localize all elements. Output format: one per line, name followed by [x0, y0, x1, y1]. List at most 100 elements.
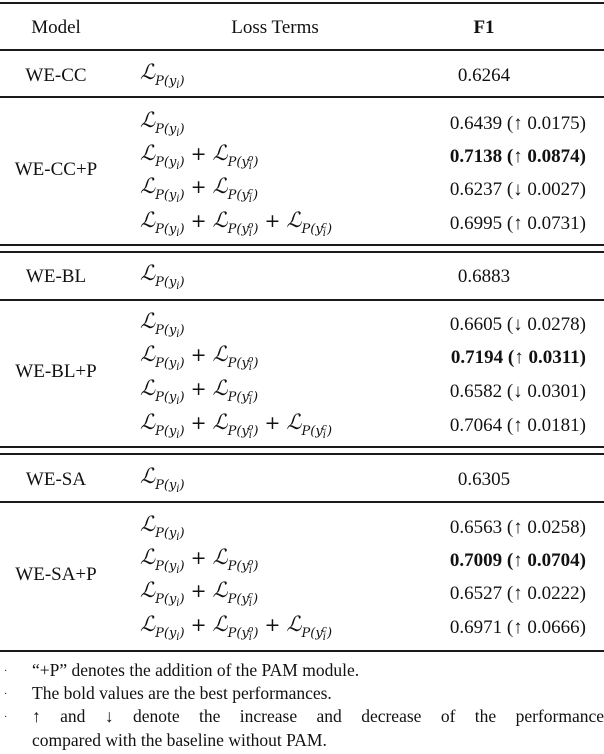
- bottom-rule: [0, 650, 604, 652]
- script-l-symbol: ℒ: [140, 578, 156, 602]
- loss-terms-cell: ℒP(yi): [140, 261, 185, 292]
- loss-subscript: P(yi): [155, 222, 185, 239]
- script-l-symbol: ℒ: [140, 261, 156, 285]
- footnote-text: compared with the baseline without PAM.: [32, 730, 327, 750]
- script-l-symbol: ℒ: [140, 141, 156, 165]
- plus-sign: +: [264, 614, 281, 636]
- model-name: WE-CC+P: [14, 159, 98, 180]
- f1-value: 0.6582 (↓ 0.0301): [449, 381, 586, 402]
- loss-terms-cell: ℒP(yi): [140, 61, 185, 91]
- header-rule: [0, 49, 604, 51]
- loss-subscript: P(yi): [155, 592, 185, 609]
- footnote-text: The bold values are the best performance…: [32, 683, 332, 703]
- loss-term-y: ℒP(yi): [140, 464, 185, 495]
- subscript-i: i: [176, 161, 180, 172]
- script-l-symbol: ℒ: [212, 342, 228, 366]
- plus-sign: +: [190, 176, 207, 198]
- script-l-symbol: ℒ: [212, 376, 228, 400]
- f1-value: 0.6439 (↑ 0.0175): [449, 113, 586, 134]
- loss-subscript: P(yio): [227, 355, 259, 373]
- script-l-symbol: ℒ: [212, 141, 228, 165]
- f1-value-best: 0.7194 (↑ 0.0311): [450, 347, 586, 368]
- loss-subscript: P(yi): [155, 478, 185, 495]
- loss-subscript: P(yi): [155, 390, 185, 407]
- loss-term-o: ℒP(yio): [212, 141, 259, 172]
- model-name: WE-CC: [25, 65, 87, 86]
- subscript-i: i: [176, 362, 180, 373]
- loss-subscript: P(yi): [155, 559, 185, 576]
- loss-term-y: ℒP(yi): [140, 513, 185, 543]
- header-loss-terms: Loss Terms: [231, 17, 319, 38]
- loss-term-y: ℒP(yi): [140, 343, 185, 373]
- f1-value: 0.6237 (↓ 0.0027): [449, 179, 586, 200]
- loss-term-y: ℒP(yi): [140, 108, 185, 139]
- plus-sign: +: [190, 344, 207, 366]
- superscript-o: o: [248, 355, 254, 365]
- subscript-i: i: [176, 430, 180, 441]
- plus-sign: +: [190, 412, 207, 434]
- loss-subscript: P(yic): [227, 389, 259, 407]
- superscript-c: c: [248, 389, 254, 399]
- loss-term-c: ℒP(yic): [286, 411, 332, 441]
- subscript-i: i: [176, 396, 180, 407]
- loss-subscript: P(yi): [155, 188, 185, 205]
- subscript-i: i: [176, 565, 180, 576]
- loss-subscript: P(yic): [301, 221, 333, 239]
- plus-sign: +: [190, 143, 207, 165]
- subscript-i: i: [176, 228, 180, 239]
- loss-term-y: ℒP(yi): [140, 612, 185, 643]
- loss-term-c: ℒP(yic): [212, 578, 259, 609]
- script-l-symbol: ℒ: [140, 108, 156, 132]
- loss-terms-cell: ℒP(yi): [140, 513, 185, 543]
- loss-terms-cell: ℒP(yi) + ℒP(yic): [140, 578, 259, 609]
- loss-term-y: ℒP(yi): [140, 309, 185, 340]
- superscript-o: o: [248, 221, 254, 231]
- loss-term-y: ℒP(yi): [140, 261, 185, 292]
- script-l-symbol: ℒ: [212, 578, 228, 602]
- loss-term-y: ℒP(yi): [140, 208, 185, 239]
- superscript-c: c: [248, 591, 254, 601]
- loss-terms-cell: ℒP(yi) + ℒP(yio): [140, 141, 259, 172]
- group-divider: [0, 501, 604, 503]
- loss-subscript: P(yi): [155, 122, 185, 139]
- loss-subscript: P(yio): [227, 558, 259, 576]
- loss-term-o: ℒP(yio): [212, 342, 259, 373]
- loss-terms-cell: ℒP(yi) + ℒP(yio): [140, 342, 259, 373]
- script-l-symbol: ℒ: [140, 464, 156, 488]
- f1-value: 0.6995 (↑ 0.0731): [449, 213, 586, 234]
- script-l-symbol: ℒ: [140, 612, 156, 636]
- subscript-i: i: [176, 281, 180, 292]
- subscript-i: i: [176, 128, 180, 139]
- loss-subscript: P(yio): [227, 423, 259, 441]
- script-l-symbol: ℒ: [140, 208, 156, 232]
- script-l-symbol: ℒ: [140, 309, 156, 333]
- loss-subscript: P(yic): [227, 187, 259, 205]
- superscript-c: c: [321, 423, 327, 433]
- loss-term-o: ℒP(yio): [213, 411, 259, 441]
- plus-sign: +: [190, 547, 207, 569]
- subscript-i: i: [176, 80, 180, 91]
- f1-value: 0.7064 (↑ 0.0181): [449, 415, 586, 436]
- footnote: · “+P” denotes the addition of the PAM mo…: [0, 659, 604, 683]
- group-divider: [0, 96, 604, 98]
- loss-term-c: ℒP(yic): [286, 209, 332, 239]
- footnote: compared with the baseline without PAM.: [0, 729, 604, 751]
- loss-subscript: P(yi): [155, 74, 185, 91]
- f1-value: 0.6563 (↑ 0.0258): [449, 517, 586, 538]
- double-rule-lower: [0, 453, 604, 455]
- subscript-i: i: [176, 329, 180, 340]
- script-l-symbol: ℒ: [140, 410, 156, 434]
- double-rule-upper: [0, 244, 604, 246]
- loss-term-y: ℒP(yi): [140, 61, 185, 91]
- loss-term-c: ℒP(yic): [212, 376, 259, 407]
- subscript-i: i: [176, 484, 180, 495]
- loss-terms-cell: ℒP(yi): [140, 464, 185, 495]
- loss-term-o: ℒP(yio): [212, 545, 259, 576]
- f1-value: 0.6605 (↓ 0.0278): [449, 314, 586, 335]
- loss-subscript: P(yio): [227, 625, 259, 643]
- loss-term-y: ℒP(yi): [140, 546, 185, 576]
- script-l-symbol: ℒ: [212, 545, 228, 569]
- loss-term-y: ℒP(yi): [140, 578, 185, 609]
- plus-sign: +: [264, 412, 281, 434]
- f1-value: 0.6264: [457, 65, 511, 86]
